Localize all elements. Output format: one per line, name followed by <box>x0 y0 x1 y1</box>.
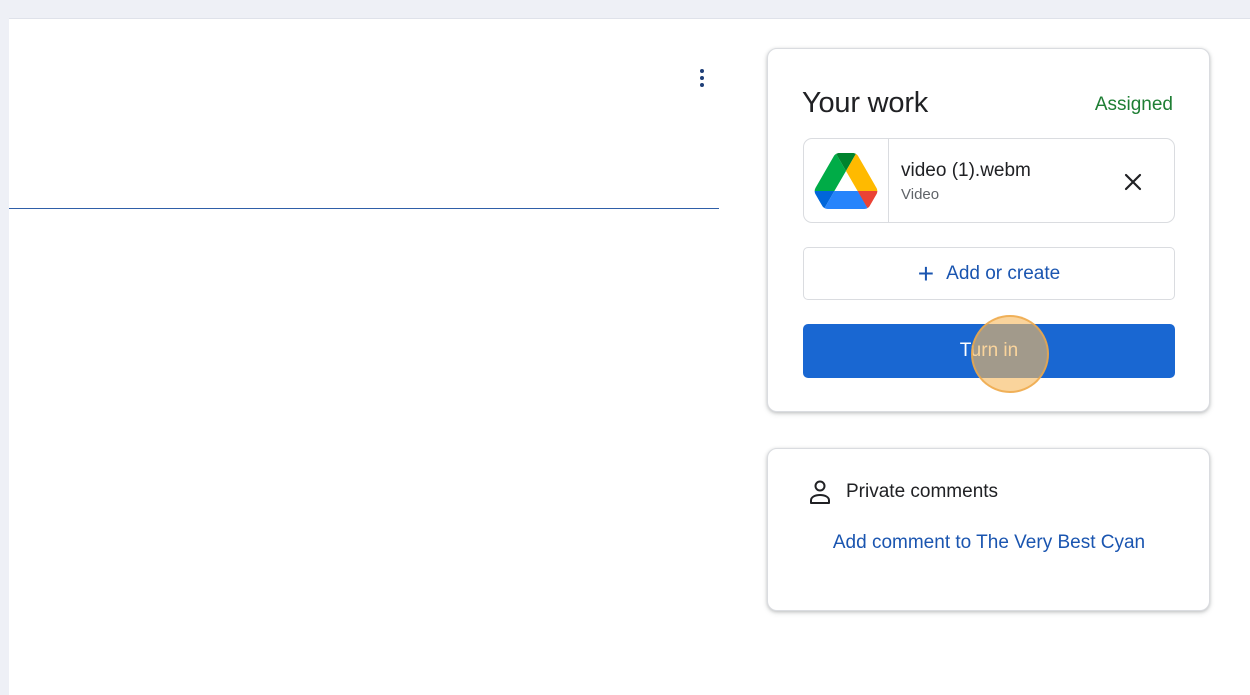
more-options-button[interactable] <box>690 64 714 92</box>
more-vert-icon <box>700 69 704 73</box>
status-badge: Assigned <box>1094 94 1173 115</box>
add-or-create-label: Add or create <box>946 262 1061 284</box>
attachment-item[interactable]: video (1).webm Video <box>803 138 1175 223</box>
add-comment-link[interactable]: Add comment to The Very Best Cyan <box>808 525 1170 561</box>
person-icon <box>810 480 830 504</box>
private-comments-card: Private comments Add comment to The Very… <box>767 448 1210 611</box>
add-or-create-button[interactable]: + Add or create <box>803 247 1175 300</box>
turn-in-label: Turn in <box>959 340 1019 361</box>
header-divider <box>9 208 719 209</box>
left-edge <box>0 0 9 695</box>
more-vert-icon-dot <box>700 76 704 80</box>
more-vert-icon-dot <box>700 83 704 87</box>
remove-attachment-button[interactable] <box>1118 167 1148 197</box>
close-icon <box>1124 173 1142 191</box>
top-bar <box>0 0 1250 19</box>
google-drive-icon <box>814 152 878 209</box>
turn-in-button[interactable]: Turn in <box>803 324 1175 378</box>
attachment-thumbnail <box>804 139 889 222</box>
your-work-title: Your work <box>802 87 929 119</box>
private-comments-header: Private comments <box>808 479 998 505</box>
plus-icon: + <box>917 257 935 289</box>
page: Your work Assigned video (1).webm Video <box>0 0 1250 695</box>
your-work-card: Your work Assigned video (1).webm Video <box>767 48 1210 412</box>
private-comments-label: Private comments <box>846 481 999 502</box>
